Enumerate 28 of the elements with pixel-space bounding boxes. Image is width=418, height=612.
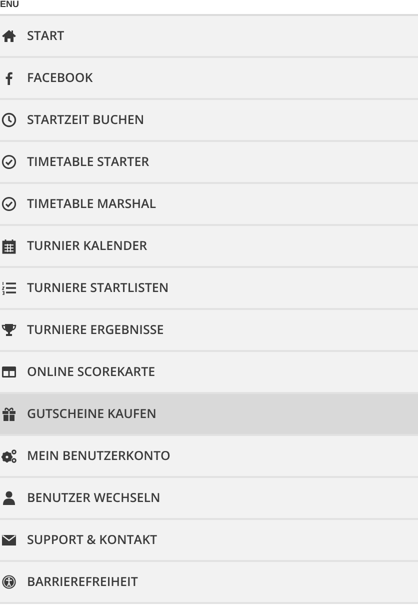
gears-icon xyxy=(1,448,17,464)
check-circle-icon xyxy=(1,196,17,212)
menu-item[interactable]: TIMETABLE MARSHAL xyxy=(0,184,418,226)
menu-item[interactable]: GUTSCHEINE KAUFEN xyxy=(0,394,418,436)
gift-icon xyxy=(1,406,17,422)
menu-item[interactable]: ONLINE SCOREKARTE xyxy=(0,352,418,394)
clock-icon xyxy=(1,112,17,128)
menu-item[interactable]: START xyxy=(0,16,418,58)
menu-item[interactable]: TURNIER KALENDER xyxy=(0,226,418,268)
table-icon xyxy=(1,364,17,380)
menu-item[interactable]: TURNIERE STARTLISTEN xyxy=(0,268,418,310)
menu-item[interactable]: TURNIERE ERGEBNISSE xyxy=(0,310,418,352)
user-icon xyxy=(1,490,17,506)
menu-item[interactable]: BARRIEREFREIHEIT xyxy=(0,562,418,604)
accessibility-icon xyxy=(1,574,17,590)
calendar-icon xyxy=(1,238,17,254)
menu-title: ENU xyxy=(0,0,20,9)
menu-item[interactable]: TIMETABLE STARTER xyxy=(0,142,418,184)
menu-item[interactable]: FACEBOOK xyxy=(0,58,418,100)
numbered-list-icon xyxy=(1,280,17,296)
menu-item[interactable]: BENUTZER WECHSELN xyxy=(0,478,418,520)
menu-item[interactable]: SUPPORT & KONTAKT xyxy=(0,520,418,562)
menu-item[interactable]: STARTZEIT BUCHEN xyxy=(0,100,418,142)
envelope-icon xyxy=(1,532,17,548)
check-circle-icon xyxy=(1,154,17,170)
trophy-icon xyxy=(1,322,17,338)
home-icon xyxy=(1,28,17,44)
menu-item[interactable]: MEIN BENUTZERKONTO xyxy=(0,436,418,478)
